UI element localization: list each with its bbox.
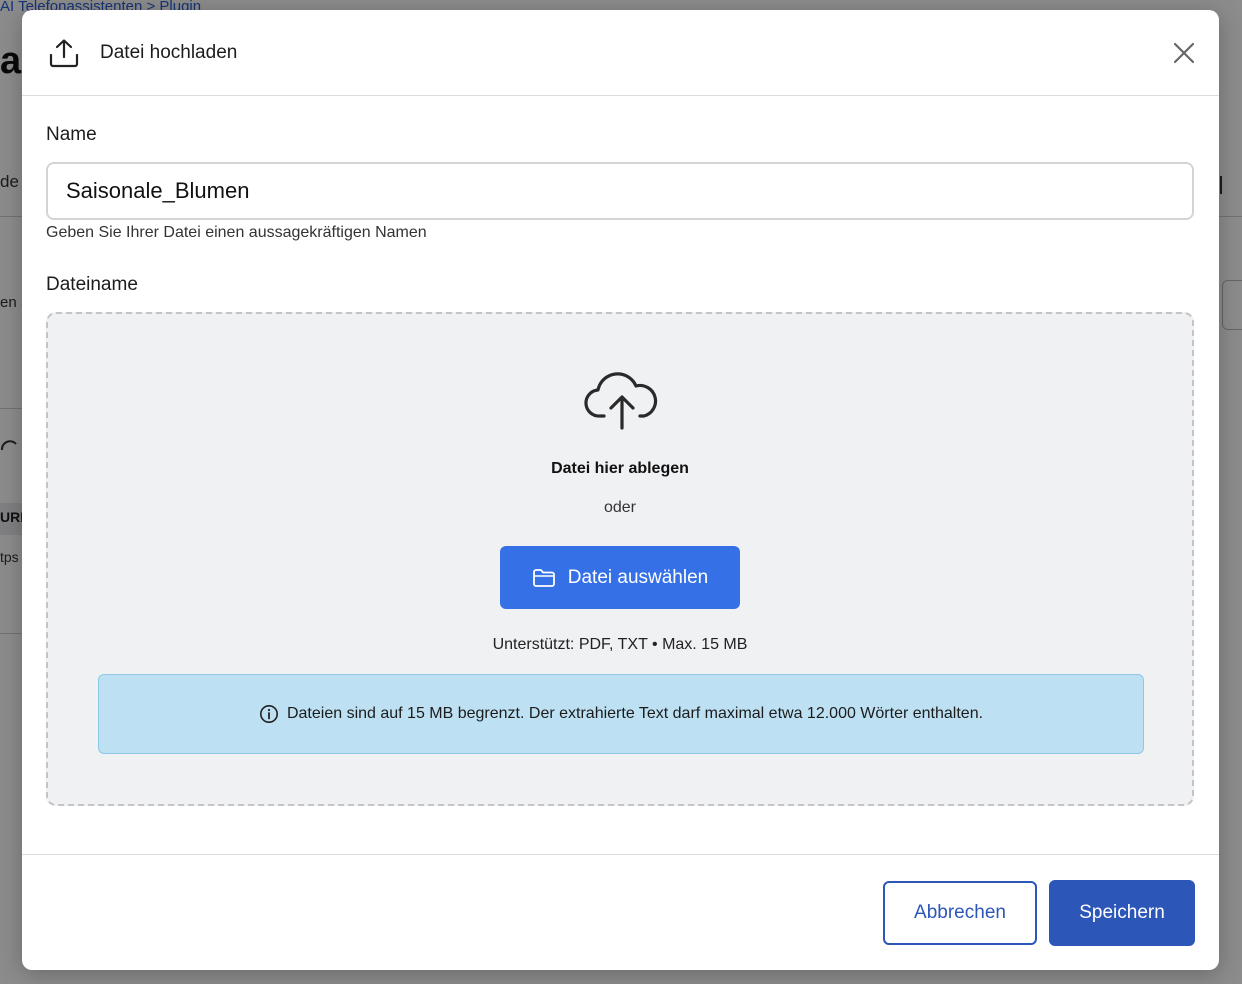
choose-file-label: Datei auswählen — [567, 566, 709, 588]
save-button[interactable]: Speichern — [1049, 880, 1195, 946]
close-icon[interactable] — [1171, 40, 1197, 66]
name-input[interactable] — [46, 162, 1194, 220]
dropzone-or: oder — [603, 499, 637, 516]
upload-dialog: Datei hochladen Name Geben Sie Ihrer Dat… — [22, 10, 1219, 970]
info-text: Dateien sind auf 15 MB begrenzt. Der ext… — [286, 705, 984, 722]
file-label: Dateiname — [46, 274, 138, 295]
info-icon — [259, 705, 278, 723]
dialog-title: Datei hochladen — [100, 41, 238, 63]
dialog-header: Datei hochladen — [22, 10, 1219, 96]
cloud-upload-icon — [584, 372, 658, 430]
info-alert: Dateien sind auf 15 MB begrenzt. Der ext… — [98, 674, 1144, 754]
cancel-button[interactable]: Abbrechen — [883, 881, 1037, 945]
name-label: Name — [46, 124, 97, 145]
supported-formats: Unterstützt: PDF, TXT • Max. 15 MB — [492, 636, 748, 653]
file-dropzone[interactable]: Datei hier ablegen oder Datei auswählen … — [46, 312, 1194, 806]
folder-icon — [532, 568, 555, 587]
upload-icon — [48, 37, 80, 69]
name-helper-text: Geben Sie Ihrer Datei einen aussagekräft… — [46, 224, 427, 241]
choose-file-button[interactable]: Datei auswählen — [500, 546, 740, 609]
dropzone-title: Datei hier ablegen — [551, 460, 689, 477]
dialog-footer: Abbrechen Speichern — [22, 854, 1219, 970]
